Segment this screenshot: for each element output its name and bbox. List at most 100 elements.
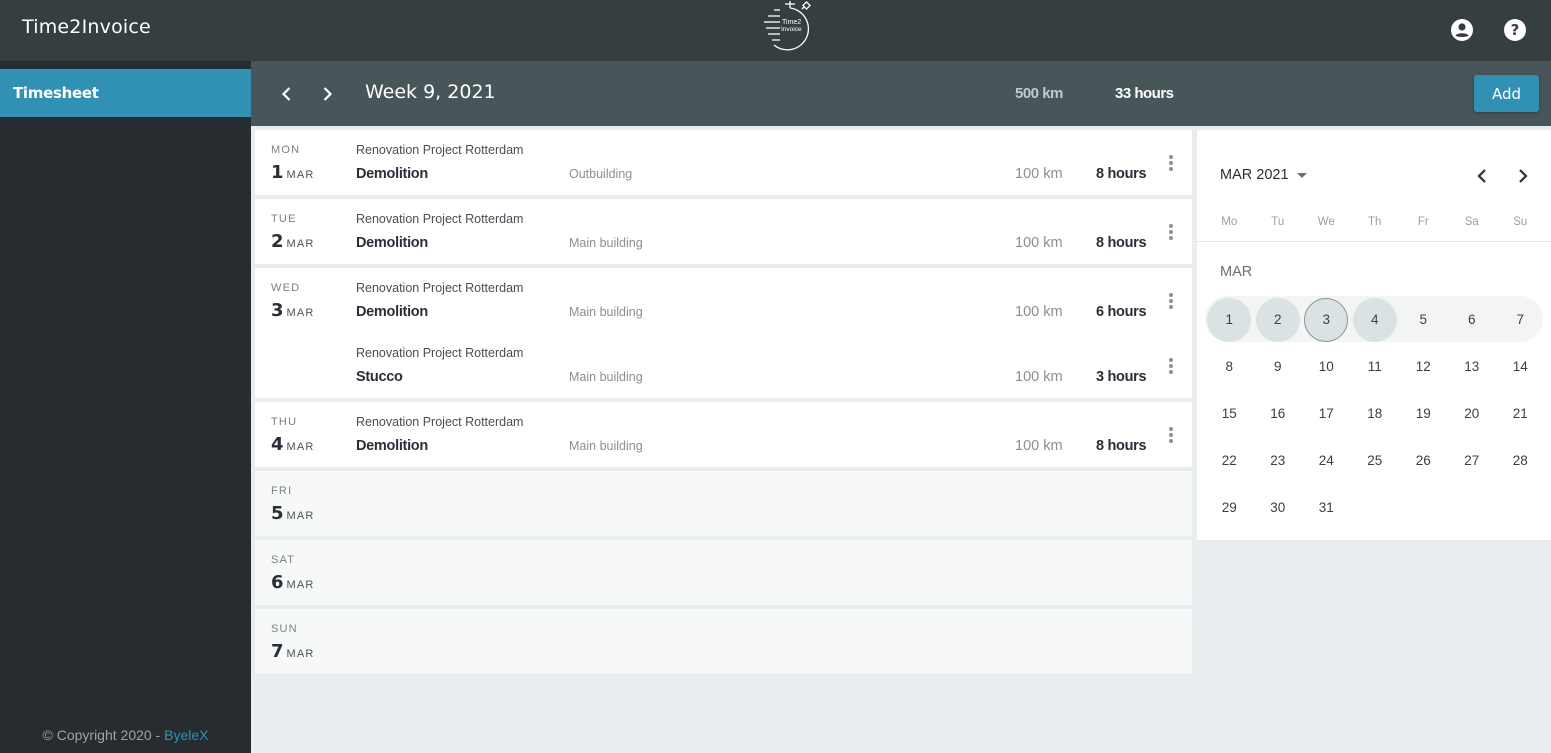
weekday-header: Mo Tu We Th Fr Sa Su [1205,216,1551,228]
calendar-day[interactable]: 6 [1448,296,1497,343]
calendar-day-number: 19 [1415,406,1431,421]
stopwatch-logo-icon: Time2 Invoice [764,1,811,51]
entry-location: Main building [569,236,643,250]
help-icon[interactable]: ? [1503,18,1527,42]
sidebar-item-timesheet[interactable]: Timesheet [0,69,251,117]
weekday-label: Su [1513,216,1528,228]
day-label: SAT 6 MAR [271,554,315,593]
calendar-day-number: 20 [1464,406,1480,421]
calendar-day[interactable]: 16 [1254,390,1303,437]
calendar-day-number: 14 [1512,359,1528,374]
byelex-link[interactable]: ByeleX [164,727,208,743]
next-week-button[interactable] [316,83,338,105]
entry-task: Stucco [356,369,403,385]
day-label: FRI 5 MAR [271,485,315,524]
calendar-day[interactable]: 2 [1254,296,1303,343]
more-vert-icon[interactable] [1165,357,1177,377]
prev-month-button[interactable] [1472,166,1492,186]
logo-text-2: Invoice [781,26,802,33]
day-month: MAR [286,579,315,591]
sidebar: Timesheet © Copyright 2020 - ByeleX [0,61,251,753]
entry-location: Main building [569,439,643,453]
calendar-day[interactable]: 10 [1302,343,1351,390]
day-card: THU 4 MAR Renovation Project Rotterdam Demo… [255,402,1192,467]
calendar-day[interactable]: 28 [1496,437,1545,484]
time-entry[interactable]: Renovation Project Rotterdam Demolition … [255,199,1192,264]
calendar-day[interactable]: 4 [1351,296,1400,343]
week-total-km: 500 km [1015,85,1063,102]
calendar-day[interactable]: 31 [1302,484,1351,531]
month-year-selector[interactable]: MAR 2021 [1220,167,1307,183]
calendar-week-row: 22 23 24 25 26 27 28 [1205,437,1545,484]
calendar-day[interactable]: 5 [1399,296,1448,343]
calendar-day[interactable]: 9 [1254,343,1303,390]
copyright-text: © Copyright 2020 - [42,727,165,743]
day-card: SUN 7 MAR [255,609,1192,674]
calendar-day[interactable]: 17 [1302,390,1351,437]
time-entry[interactable]: Renovation Project Rotterdam Demolition … [255,130,1192,195]
day-card: SAT 6 MAR [255,540,1192,605]
calendar-day[interactable]: 3 [1302,296,1351,343]
calendar-day[interactable]: 21 [1496,390,1545,437]
calendar-week-row: 29 30 31 [1205,484,1545,531]
more-vert-icon[interactable] [1165,292,1177,312]
calendar-day-number: 5 [1419,312,1427,327]
next-month-button[interactable] [1513,166,1533,186]
calendar-day[interactable]: 14 [1496,343,1545,390]
day-card: WED 3 MAR Renovation Project Rotterdam Demo… [255,268,1192,398]
entry-task: Demolition [356,166,428,182]
entry-km: 100 km [1015,438,1063,454]
calendar-day-number: 16 [1270,406,1286,421]
add-button[interactable]: Add [1474,75,1539,112]
week-toolbar: Week 9, 2021 500 km 33 hours Add [251,61,1551,126]
day-card: MON 1 MAR Renovation Project Rotterdam Demo… [255,130,1192,195]
day-number: 7 [271,641,284,662]
calendar-day[interactable]: 22 [1205,437,1254,484]
calendar-day[interactable]: 30 [1254,484,1303,531]
weekday-label: Mo [1221,216,1238,228]
entry-hours: 8 hours [1096,166,1147,182]
calendar-day[interactable]: 1 [1205,296,1254,343]
calendar-week-row: 8 9 10 11 12 13 14 [1205,343,1545,390]
calendar-day[interactable]: 15 [1205,390,1254,437]
time-entry[interactable]: Renovation Project Rotterdam Stucco Main… [255,333,1192,398]
calendar-day[interactable]: 8 [1205,343,1254,390]
calendar-day[interactable]: 13 [1448,343,1497,390]
calendar-day[interactable]: 12 [1399,343,1448,390]
calendar-day[interactable]: 18 [1351,390,1400,437]
month-label: MAR [1220,264,1253,280]
time-entry[interactable]: Renovation Project Rotterdam Demolition … [255,402,1192,467]
entry-hours: 8 hours [1096,438,1147,454]
weekday-label: We [1317,216,1335,228]
day-label: SUN 7 MAR [271,623,315,662]
calendar-day-number: 25 [1367,453,1383,468]
calendar-day-number: 24 [1318,453,1334,468]
calendar-day[interactable]: 24 [1302,437,1351,484]
weekday-label: Tu [1271,216,1285,228]
calendar-day[interactable]: 23 [1254,437,1303,484]
calendar-day-number: 12 [1415,359,1431,374]
calendar-day[interactable]: 26 [1399,437,1448,484]
calendar-day-number: 4 [1352,297,1397,342]
more-vert-icon[interactable] [1165,223,1177,243]
day-month: MAR [286,510,315,522]
calendar-day[interactable]: 27 [1448,437,1497,484]
calendar: MAR 2021 Mo Tu We Th Fr Sa Su MAR 1 2 3 4 5 6 7 8 9 10 1… [1197,130,1551,540]
prev-week-button[interactable] [276,83,298,105]
divider [1197,241,1551,242]
calendar-day[interactable]: 20 [1448,390,1497,437]
more-vert-icon[interactable] [1165,154,1177,174]
calendar-day[interactable]: 25 [1351,437,1400,484]
calendar-day[interactable]: 29 [1205,484,1254,531]
calendar-day-number [1498,486,1542,530]
calendar-day[interactable]: 11 [1351,343,1400,390]
calendar-day[interactable]: 7 [1496,296,1545,343]
calendar-empty-cell [1448,484,1497,531]
weekday-label: Th [1368,216,1382,228]
account-circle-icon[interactable] [1450,18,1474,42]
calendar-grid: 1 2 3 4 5 6 7 8 9 10 11 12 13 14 15 16 17 18 19 20 21 22 23 24 2… [1205,296,1545,531]
calendar-day-number: 26 [1415,453,1431,468]
more-vert-icon[interactable] [1165,426,1177,446]
time-entry[interactable]: Renovation Project Rotterdam Demolition … [255,268,1192,333]
calendar-day[interactable]: 19 [1399,390,1448,437]
